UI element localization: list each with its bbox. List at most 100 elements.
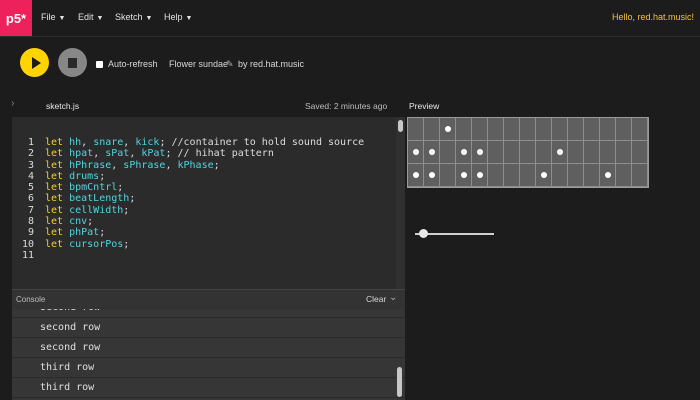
menu-file[interactable]: File ▼ <box>41 12 65 22</box>
sequencer-cell[interactable] <box>616 164 632 187</box>
console-output[interactable]: second rowsecond rowsecond rowthird rowt… <box>12 309 405 400</box>
code-line[interactable]: 7 let cellWidth; <box>12 205 364 216</box>
sequencer-cell[interactable] <box>488 141 504 164</box>
sequencer-cell[interactable] <box>504 164 520 187</box>
sketch-preview[interactable] <box>407 117 649 188</box>
sequencer-cell[interactable] <box>408 141 424 164</box>
code-editor[interactable]: 1 let hh, snare, kick; //container to hol… <box>12 117 405 289</box>
sequencer-cell[interactable] <box>440 164 456 187</box>
code-token: cursorPos <box>69 238 124 250</box>
toolbar: Auto-refresh Flower sundae ✎ by red.hat.… <box>0 37 700 93</box>
pencil-icon[interactable]: ✎ <box>226 59 234 70</box>
sequencer-cell[interactable] <box>456 141 472 164</box>
sequencer-cell[interactable] <box>552 118 568 141</box>
user-greeting[interactable]: Hello, red.hat.music! <box>612 12 694 22</box>
code-token: let <box>45 227 70 239</box>
bpm-slider-handle[interactable] <box>418 229 428 238</box>
code-line[interactable]: 5 let bpmCntrl; <box>12 182 364 193</box>
code-line[interactable]: 1 let hh, snare, kick; //container to hol… <box>12 137 364 148</box>
console-clear-button[interactable]: Clear <box>366 294 386 304</box>
sequencer-cell[interactable] <box>568 164 584 187</box>
sequencer-cell[interactable] <box>632 164 648 187</box>
autorefresh-checkbox[interactable] <box>96 61 103 68</box>
file-tab[interactable]: sketch.js <box>46 101 79 111</box>
code-token: ; <box>87 216 94 228</box>
code-line[interactable]: 11 <box>12 250 364 261</box>
code-line[interactable]: 2 let hpat, sPat, kPat; // hihat pattern <box>12 148 364 159</box>
code-token: ; <box>117 182 124 194</box>
code-area[interactable]: 1 let hh, snare, kick; //container to hol… <box>12 137 364 261</box>
sequencer-cell[interactable] <box>536 141 552 164</box>
sequencer-cell[interactable] <box>488 164 504 187</box>
code-token: kPat <box>141 148 166 160</box>
code-token: hh <box>69 137 82 148</box>
sequencer-cell[interactable] <box>424 141 440 164</box>
code-token: snare <box>93 137 124 148</box>
sequencer-cell[interactable] <box>504 118 520 141</box>
sequencer-cell[interactable] <box>440 141 456 164</box>
menu-bar: p5* File ▼ Edit ▼ Sketch ▼ Help ▼ Hello, red… <box>0 0 700 37</box>
sketch-owner[interactable]: by red.hat.music <box>238 59 304 69</box>
sequencer-cell[interactable] <box>520 141 536 164</box>
sequencer-cell[interactable] <box>424 118 440 141</box>
code-line[interactable]: 9 let phPat; <box>12 227 364 238</box>
sequencer-cell[interactable] <box>504 141 520 164</box>
sequencer-cell[interactable] <box>616 118 632 141</box>
sequencer-cell[interactable] <box>536 118 552 141</box>
sequencer-cell[interactable] <box>520 164 536 187</box>
sequencer-cell[interactable] <box>472 164 488 187</box>
sequencer-cell[interactable] <box>536 164 552 187</box>
sequencer-cell[interactable] <box>584 141 600 164</box>
sequencer-cell[interactable] <box>584 118 600 141</box>
code-line[interactable]: 10 let cursorPos; <box>12 239 364 250</box>
sequencer-cell[interactable] <box>520 118 536 141</box>
console-scroll-thumb[interactable] <box>397 367 402 397</box>
editor-scrollbar[interactable] <box>396 117 405 289</box>
sequencer-cell[interactable] <box>472 141 488 164</box>
code-line[interactable]: 3 let hPhrase, sPhrase, kPhase; <box>12 160 364 171</box>
code-token: sPat <box>105 148 130 160</box>
code-line[interactable]: 6 let beatLength; <box>12 193 364 204</box>
sequencer-cell[interactable] <box>584 164 600 187</box>
code-token: ; <box>99 227 106 239</box>
play-button[interactable] <box>20 48 49 77</box>
line-number: 7 <box>27 204 34 216</box>
sequencer-cell[interactable] <box>632 141 648 164</box>
menu-help[interactable]: Help ▼ <box>164 12 192 22</box>
sequencer-cell[interactable] <box>472 118 488 141</box>
chevron-down-icon[interactable]: ⌄ <box>389 292 397 303</box>
sequencer-cell[interactable] <box>408 164 424 187</box>
editor-scroll-thumb[interactable] <box>398 120 403 132</box>
stop-button[interactable] <box>58 48 87 77</box>
sequencer-cell[interactable] <box>408 118 424 141</box>
sequencer-cell[interactable] <box>488 118 504 141</box>
console-row: second row <box>12 318 405 338</box>
code-line[interactable]: 8 let cnv; <box>12 216 364 227</box>
preview-label: Preview <box>409 101 440 111</box>
sequencer-cell[interactable] <box>552 164 568 187</box>
sequencer-cell[interactable] <box>424 164 440 187</box>
sequencer-cell[interactable] <box>456 118 472 141</box>
sequencer-cell[interactable] <box>440 118 456 141</box>
menu-edit[interactable]: Edit ▼ <box>78 12 103 22</box>
p5-logo[interactable]: p5* <box>0 0 32 36</box>
line-number: 2 <box>27 148 34 160</box>
sequencer-cell[interactable] <box>568 141 584 164</box>
sequencer-cell[interactable] <box>632 118 648 141</box>
code-token: let <box>45 159 70 171</box>
sketch-title[interactable]: Flower sundae <box>169 59 228 69</box>
sequencer-cell[interactable] <box>616 141 632 164</box>
sequencer-cell[interactable] <box>552 141 568 164</box>
chevron-right-icon[interactable]: › <box>11 98 14 109</box>
menu-sketch[interactable]: Sketch ▼ <box>115 12 152 22</box>
code-line[interactable]: 4 let drums; <box>12 171 364 182</box>
sequencer-cell[interactable] <box>456 164 472 187</box>
sequencer-cell[interactable] <box>600 141 616 164</box>
sequencer-cell[interactable] <box>600 164 616 187</box>
code-token: hpat <box>69 148 94 160</box>
step-sequencer-grid[interactable] <box>407 117 649 188</box>
code-token: let <box>45 148 70 160</box>
sequencer-cell[interactable] <box>600 118 616 141</box>
code-token: cnv <box>69 216 88 228</box>
sequencer-cell[interactable] <box>568 118 584 141</box>
